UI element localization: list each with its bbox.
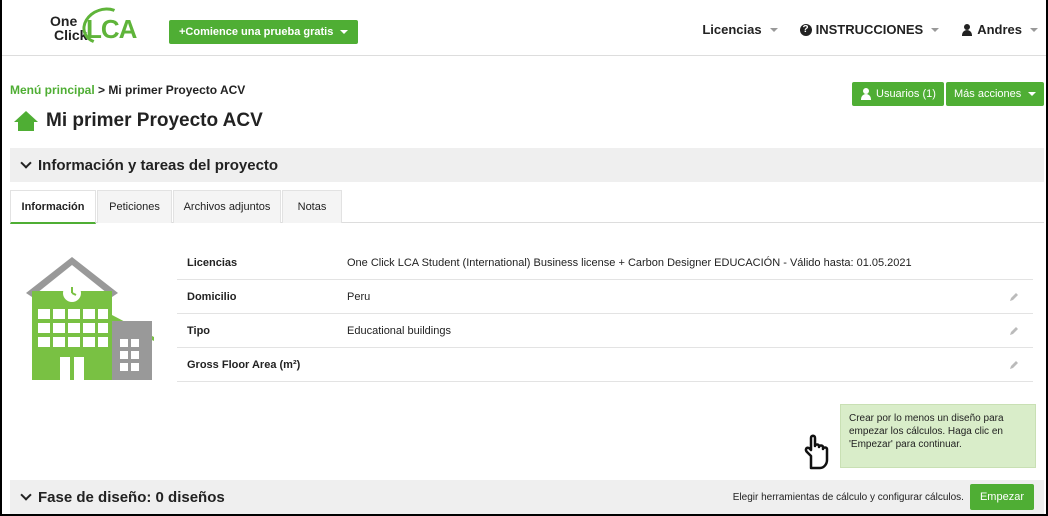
project-tabs: Información Peticiones Archivos adjuntos…	[10, 190, 1044, 224]
info-label: Tipo	[187, 325, 211, 337]
info-value: Educational buildings	[347, 325, 451, 337]
info-label: Gross Floor Area (m²)	[187, 359, 301, 371]
chevron-down-icon	[20, 489, 32, 501]
free-trial-button[interactable]: +Comience una prueba gratis	[169, 20, 359, 44]
page-title: Mi primer Proyecto ACV	[46, 110, 263, 131]
tab-peticiones[interactable]: Peticiones	[97, 190, 172, 223]
project-info-section-header[interactable]: Información y tareas del proyecto	[10, 148, 1044, 182]
pencil-edit-icon[interactable]	[1009, 292, 1019, 302]
free-trial-label: +Comience una prueba gratis	[179, 26, 334, 38]
caret-down-icon	[931, 27, 940, 32]
breadcrumb-current: Mi primer Proyecto ACV	[108, 83, 246, 97]
pencil-edit-icon[interactable]	[1009, 326, 1019, 336]
users-button[interactable]: Usuarios (1)	[852, 82, 944, 106]
instructions-label: INSTRUCCIONES	[815, 22, 924, 37]
breadcrumb-separator: >	[94, 83, 109, 97]
tab-notas[interactable]: Notas	[282, 190, 342, 223]
home-icon	[14, 111, 38, 131]
pointing-hand-icon	[804, 434, 829, 470]
tab-label: Peticiones	[109, 201, 160, 213]
design-phase-title: Fase de diseño: 0 diseños	[38, 488, 225, 506]
nav-right: Licencias ? INSTRUCCIONES Andres	[702, 22, 1038, 37]
tab-label: Archivos adjuntos	[183, 201, 271, 213]
hint-text: Crear por lo menos un diseño para empeza…	[849, 413, 1004, 450]
page-title-row: Mi primer Proyecto ACV	[14, 110, 263, 132]
info-row-type: Tipo Educational buildings	[177, 314, 1033, 348]
info-row-gross-floor-area: Gross Floor Area (m²)	[177, 348, 1033, 382]
info-value: Peru	[347, 291, 371, 303]
user-icon	[860, 88, 872, 100]
design-phase-actions: Elegir herramientas de cálculo y configu…	[733, 480, 1034, 514]
more-actions-button[interactable]: Más acciones	[946, 82, 1045, 106]
project-info-table: Licencias One Click LCA Student (Interna…	[177, 246, 1033, 382]
user-icon	[961, 23, 973, 36]
info-row-address: Domicilio Peru	[177, 280, 1033, 314]
school-building-icon	[26, 257, 154, 380]
user-name: Andres	[977, 22, 1022, 37]
users-button-label: Usuarios (1)	[876, 88, 936, 100]
caret-down-icon	[340, 30, 349, 35]
caret-down-icon	[1028, 92, 1037, 97]
caret-down-icon	[1030, 27, 1038, 32]
more-actions-label: Más acciones	[954, 88, 1022, 100]
logo-text-one: One	[50, 13, 78, 29]
info-value: One Click LCA Student (International) Bu…	[347, 257, 912, 269]
tab-archivos-adjuntos[interactable]: Archivos adjuntos	[173, 190, 281, 223]
instructions-menu[interactable]: ? INSTRUCCIONES	[799, 22, 940, 37]
design-phase-helper-text: Elegir herramientas de cálculo y configu…	[732, 491, 964, 503]
top-navbar: One Click LCA +Comience una prueba grati…	[2, 1, 1046, 56]
caret-down-icon	[769, 27, 778, 32]
licenses-menu[interactable]: Licencias	[702, 22, 778, 37]
chevron-down-icon	[20, 157, 32, 169]
licenses-label: Licencias	[702, 22, 762, 37]
info-label: Domicilio	[187, 291, 237, 303]
project-info-section-title: Información y tareas del proyecto	[38, 156, 279, 174]
start-hint-tooltip: Crear por lo menos un diseño para empeza…	[840, 404, 1036, 468]
breadcrumb-home-link[interactable]: Menú principal	[10, 83, 95, 97]
tab-label: Notas	[297, 201, 327, 213]
design-phase-section-header[interactable]: Fase de diseño: 0 diseños Elegir herrami…	[10, 480, 1044, 514]
tab-informacion[interactable]: Información	[10, 190, 96, 224]
user-menu[interactable]: Andres	[961, 22, 1038, 37]
one-click-lca-logo[interactable]: One Click LCA	[32, 1, 142, 51]
info-label: Licencias	[187, 257, 238, 269]
start-button[interactable]: Empezar	[969, 484, 1034, 510]
breadcrumb: Menú principal > Mi primer Proyecto ACV	[10, 83, 245, 97]
question-circle-icon: ?	[799, 23, 812, 36]
pencil-edit-icon[interactable]	[1009, 360, 1019, 370]
tab-label: Información	[21, 201, 85, 213]
logo-text-lca: LCA	[86, 14, 137, 44]
info-row-licenses: Licencias One Click LCA Student (Interna…	[177, 246, 1033, 280]
